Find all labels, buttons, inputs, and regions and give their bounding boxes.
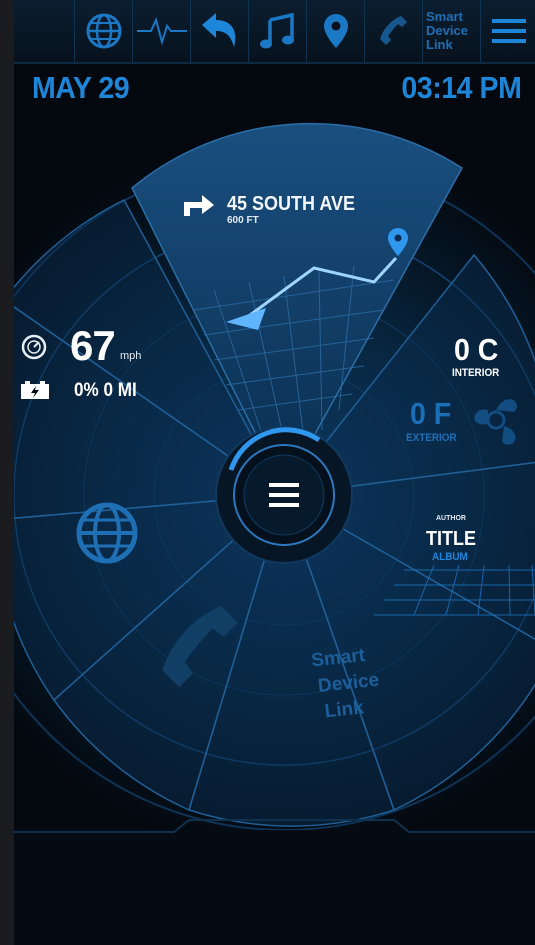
phone-wedge[interactable] [124, 590, 274, 720]
interior-label: INTERIOR [452, 367, 500, 379]
turn-right-arrow-icon [184, 195, 214, 216]
smart-device-link-button[interactable]: Smart Device Link [422, 0, 481, 62]
exterior-temp: 0 F [410, 396, 452, 431]
date-display: MAY 29 [32, 70, 130, 105]
location-button[interactable] [306, 0, 365, 62]
sdl-line-1: Smart [426, 9, 463, 24]
speedometer-icon [21, 334, 47, 360]
globe-button[interactable] [74, 0, 133, 62]
map-pin-icon [324, 14, 348, 48]
music-button[interactable] [248, 0, 307, 62]
speed-unit: mph [120, 350, 142, 362]
music-note-icon [260, 12, 294, 49]
app-screen: Smart Device Link MAY 29 03:14 PM 45 SOU… [14, 0, 535, 945]
speed-value: 67 [70, 322, 116, 369]
browser-wedge[interactable] [14, 470, 204, 600]
undo-arrow-icon [202, 13, 236, 47]
sdl-line-3: Link [426, 37, 453, 52]
smart-device-link-wedge-label: Smart Device Link [310, 642, 383, 726]
menu-button[interactable] [480, 0, 535, 62]
time-display: 03:14 PM [401, 70, 521, 105]
phone-icon [380, 16, 407, 45]
sdl-line-2: Device [426, 23, 468, 38]
smart-device-link-label: Smart Device Link [426, 10, 478, 52]
battery-icon [21, 381, 49, 399]
back-button[interactable] [190, 0, 249, 62]
interior-temp: 0 C [454, 332, 499, 367]
nav-street-name: 45 SOUTH AVE [227, 193, 356, 215]
center-menu-button[interactable] [234, 445, 334, 545]
globe-icon [86, 13, 122, 49]
phone-icon [162, 606, 238, 688]
phone-button[interactable] [364, 0, 423, 62]
media-album: ALBUM [432, 551, 468, 563]
hamburger-menu-icon [269, 483, 299, 507]
battery-range: 0% 0 MI [74, 380, 137, 401]
hamburger-menu-icon [491, 19, 526, 43]
heartbeat-icon [137, 17, 187, 46]
nav-distance: 600 FT [227, 215, 259, 226]
pulse-button[interactable] [132, 0, 191, 62]
globe-icon [76, 502, 138, 564]
media-author: AUTHOR [436, 515, 466, 522]
exterior-label: EXTERIOR [406, 432, 457, 444]
top-toolbar: Smart Device Link [14, 0, 535, 64]
media-title: TITLE [426, 528, 476, 550]
